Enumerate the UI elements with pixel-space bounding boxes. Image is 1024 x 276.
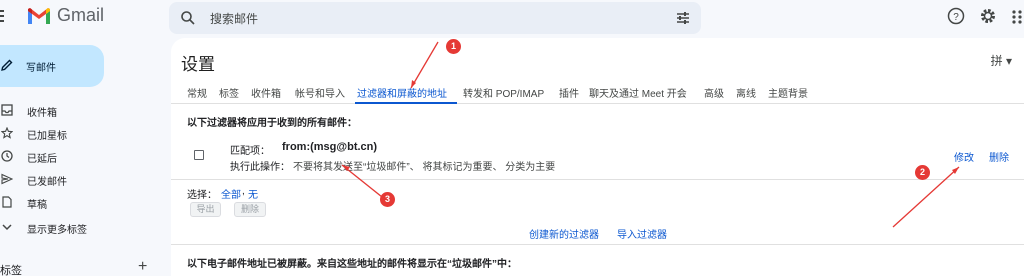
tab-themes[interactable]: 主题背景 <box>768 85 808 100</box>
send-icon <box>1 173 13 185</box>
compose-button[interactable]: 写邮件 <box>0 45 104 87</box>
search-options-icon[interactable] <box>675 10 691 26</box>
search-icon[interactable] <box>180 10 196 26</box>
apps-grid-icon[interactable] <box>1012 10 1024 24</box>
sidebar-item-label: 已加星标 <box>27 131 67 142</box>
action-label: 执行此操作： <box>230 162 290 173</box>
search-bar[interactable]: 搜索邮件 <box>169 2 701 34</box>
star-icon <box>1 127 13 139</box>
gmail-logo[interactable]: Gmail <box>27 5 104 26</box>
import-filters-link[interactable]: 导入过滤器 <box>617 226 667 241</box>
export-button[interactable]: 导出 <box>190 202 221 217</box>
sidebar-item-drafts[interactable]: 草稿 <box>0 192 160 212</box>
search-input[interactable]: 搜索邮件 <box>210 10 258 27</box>
match-label: 匹配项： <box>230 146 270 157</box>
clock-icon <box>1 150 13 162</box>
tab-offline[interactable]: 离线 <box>736 85 756 100</box>
filters-heading: 以下过滤器将应用于收到的所有邮件： <box>187 118 357 129</box>
select-separator: , <box>242 186 245 197</box>
annotation-marker-2: 2 <box>915 165 930 180</box>
labels-heading: 标签 <box>0 265 22 276</box>
chevron-down-icon <box>2 224 12 231</box>
settings-panel: 设置 拼 ▾ 常规 标签 收件箱 帐号和导入 过滤器和屏蔽的地址 转发和 POP… <box>171 38 1024 276</box>
help-icon[interactable]: ? <box>947 7 965 25</box>
annotation-marker-3: 3 <box>380 192 395 207</box>
gmail-settings-window: Gmail 搜索邮件 ? 写邮件 收件箱 已加星标 已延后 已发邮件 草稿 显示… <box>0 0 1024 276</box>
gmail-m-icon <box>28 7 50 24</box>
draft-file-icon <box>2 196 12 208</box>
blocked-addresses-heading: 以下电子邮件地址已被屏蔽。来自这些地址的邮件将显示在“垃圾邮件”中： <box>187 259 517 270</box>
select-label: 选择： <box>187 190 217 201</box>
annotation-marker-1: 1 <box>446 39 461 54</box>
tab-forwarding-pop-imap[interactable]: 转发和 POP/IMAP <box>463 85 544 100</box>
delete-selected-button[interactable]: 删除 <box>234 202 266 217</box>
sidebar-item-inbox[interactable]: 收件箱 <box>0 100 160 120</box>
tab-advanced[interactable]: 高级 <box>704 85 724 100</box>
sidebar-item-label: 收件箱 <box>27 108 57 119</box>
select-none-link[interactable]: 无 <box>248 186 258 201</box>
tab-filters-blocked[interactable]: 过滤器和屏蔽的地址 <box>357 85 447 100</box>
filter-checkbox[interactable] <box>194 150 204 160</box>
create-filter-link[interactable]: 创建新的过滤器 <box>529 226 599 241</box>
filter-actions: 不要将其发送至“垃圾邮件”、 将其标记为重要、 分类为主要 <box>293 162 556 173</box>
gmail-logo-text: Gmail <box>57 5 105 25</box>
match-criteria: from:(msg@bt.cn) <box>282 141 378 153</box>
add-label-button[interactable]: + <box>138 258 147 276</box>
tab-labels[interactable]: 标签 <box>219 85 239 100</box>
tab-addons[interactable]: 插件 <box>559 85 579 100</box>
sidebar-item-starred[interactable]: 已加星标 <box>0 123 160 143</box>
pencil-icon <box>1 59 13 71</box>
active-tab-indicator <box>355 102 457 104</box>
sidebar-item-more-labels[interactable]: 显示更多标签 <box>0 217 160 237</box>
sidebar-item-snoozed[interactable]: 已延后 <box>0 146 160 166</box>
sidebar-item-label: 显示更多标签 <box>27 225 87 236</box>
tab-chat-meet[interactable]: 聊天及通过 Meet 开会 <box>589 85 687 100</box>
input-tools-button[interactable]: 拼 ▾ <box>991 52 1012 69</box>
sidebar-item-sent[interactable]: 已发邮件 <box>0 169 160 189</box>
tab-accounts-import[interactable]: 帐号和导入 <box>295 85 345 100</box>
filter-row: 匹配项： from:(msg@bt.cn) 执行此操作： 不要将其发送至“垃圾邮… <box>171 134 1024 180</box>
compose-label: 写邮件 <box>26 63 56 74</box>
svg-text:?: ? <box>953 12 959 23</box>
sidebar-item-label: 已延后 <box>27 154 57 165</box>
page-title: 设置 <box>181 55 215 74</box>
tab-inbox[interactable]: 收件箱 <box>251 85 281 100</box>
main-menu-icon[interactable] <box>0 5 8 27</box>
settings-gear-icon[interactable] <box>979 7 997 25</box>
sidebar-item-label: 草稿 <box>27 200 47 211</box>
select-all-link[interactable]: 全部 <box>221 186 241 201</box>
inbox-icon <box>1 104 13 116</box>
delete-filter-link[interactable]: 删除 <box>989 149 1009 164</box>
tab-general[interactable]: 常规 <box>187 85 207 100</box>
section-divider <box>171 244 1024 245</box>
sidebar-item-label: 已发邮件 <box>27 177 67 188</box>
settings-tabs: 常规 标签 收件箱 帐号和导入 过滤器和屏蔽的地址 转发和 POP/IMAP 插… <box>171 80 1024 104</box>
edit-filter-link[interactable]: 修改 <box>954 149 974 164</box>
